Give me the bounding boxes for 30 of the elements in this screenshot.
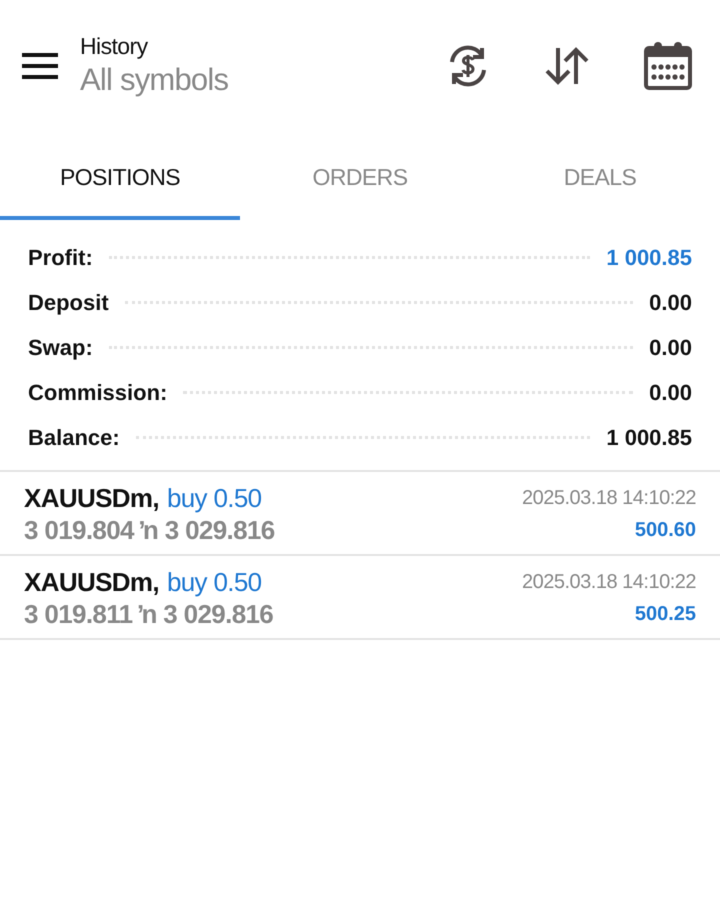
trade-profit: 500.25 bbox=[634, 602, 696, 627]
price-range: 3 019.804 ŉ 3 029.816 bbox=[24, 514, 275, 546]
summary-value: 0.00 bbox=[649, 288, 692, 316]
price-range: 3 019.811 ŉ 3 029.816 bbox=[24, 598, 274, 630]
menu-icon[interactable] bbox=[22, 53, 58, 79]
summary-value: 0.00 bbox=[649, 334, 692, 362]
position-row[interactable]: XAUUSDm, buy 0.50 3 019.804 ŉ 3 029.816 2025.03.18 14:10:22 500.60 bbox=[0, 472, 720, 556]
symbol-filter[interactable]: All symbols bbox=[80, 61, 446, 100]
tab[interactable]: POSITIONS bbox=[0, 132, 240, 220]
tab[interactable]: DEALS bbox=[480, 132, 720, 220]
summary-value: 1 000.85 bbox=[606, 424, 692, 452]
position-row[interactable]: XAUUSDm, buy 0.50 3 019.811 ŉ 3 029.816 2025.03.18 14:10:22 500.25 bbox=[0, 556, 720, 640]
summary-label: Swap: bbox=[28, 334, 93, 362]
summary-value: 1 000.85 bbox=[606, 244, 692, 272]
calendar-icon[interactable] bbox=[644, 42, 692, 90]
summary-value: 0.00 bbox=[649, 378, 692, 406]
screen-title: History bbox=[80, 32, 149, 61]
summary-label: Deposit bbox=[28, 288, 109, 317]
trade-side: buy 0.50 bbox=[166, 482, 262, 514]
trade-time: 2025.03.18 14:10:22 bbox=[522, 570, 696, 595]
trade-time: 2025.03.18 14:10:22 bbox=[522, 486, 696, 511]
symbol: XAUUSDm, bbox=[24, 566, 159, 598]
sort-icon[interactable] bbox=[544, 46, 590, 86]
tab[interactable]: ORDERS bbox=[240, 132, 480, 220]
summary-label: Commission: bbox=[28, 378, 168, 406]
trade-side: buy 0.50 bbox=[166, 566, 262, 598]
trade-profit: 500.60 bbox=[634, 518, 696, 543]
summary-label: Balance: bbox=[28, 424, 120, 452]
summary-label: Profit: bbox=[28, 244, 93, 272]
symbol: XAUUSDm, bbox=[24, 482, 159, 514]
